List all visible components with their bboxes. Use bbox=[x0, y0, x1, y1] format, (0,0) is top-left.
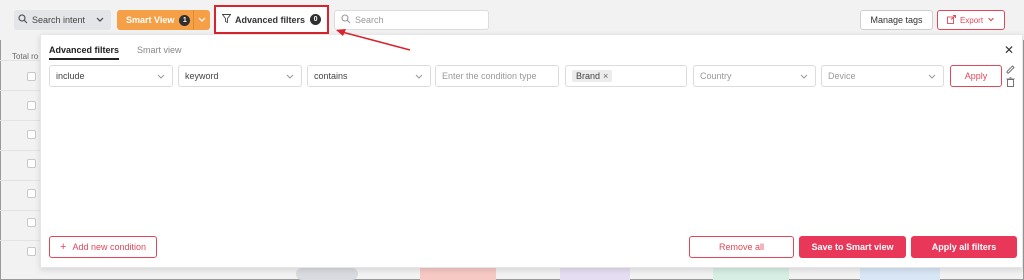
smart-view-button[interactable]: Smart View 1 bbox=[117, 10, 210, 30]
bg-cell bbox=[860, 268, 940, 280]
chevron-down-icon bbox=[927, 71, 937, 83]
country-select[interactable]: Country bbox=[693, 65, 816, 87]
advanced-filters-panel: Advanced filters Smart view ✕ include ke… bbox=[40, 34, 1023, 268]
field-value: keyword bbox=[185, 71, 219, 81]
bg-cell bbox=[713, 268, 789, 280]
advanced-filters-label: Advanced filters bbox=[234, 14, 306, 25]
bg-pill bbox=[296, 268, 358, 280]
condition-value-input[interactable]: Enter the condition type bbox=[435, 65, 559, 87]
search-intent-dropdown[interactable]: Search intent bbox=[14, 10, 111, 30]
smart-view-label: Smart View bbox=[126, 15, 175, 25]
export-button[interactable]: Export bbox=[937, 10, 1005, 30]
match-value: contains bbox=[314, 71, 348, 81]
chevron-down-icon bbox=[285, 71, 295, 83]
plus-icon: + bbox=[60, 241, 67, 253]
tab-advanced-filters[interactable]: Advanced filters bbox=[49, 45, 120, 60]
chevron-down-icon bbox=[414, 71, 424, 83]
pencil-icon[interactable] bbox=[1006, 65, 1015, 76]
chevron-down-icon bbox=[156, 71, 166, 83]
row-checkbox[interactable] bbox=[27, 218, 36, 227]
apply-button[interactable]: Apply bbox=[950, 65, 1002, 87]
operator-value: include bbox=[56, 71, 85, 81]
chevron-down-icon[interactable] bbox=[197, 14, 207, 26]
trash-icon[interactable] bbox=[1006, 77, 1015, 89]
search-intent-label: Search intent bbox=[32, 15, 86, 25]
operator-select[interactable]: include bbox=[49, 65, 173, 87]
search-box[interactable] bbox=[334, 10, 489, 30]
match-select[interactable]: contains bbox=[307, 65, 431, 87]
advanced-filters-button[interactable]: Advanced filters 0 bbox=[214, 5, 329, 34]
advanced-filters-count-badge: 0 bbox=[310, 14, 322, 25]
row-checkbox[interactable] bbox=[27, 247, 36, 256]
tag-chip: Brand × bbox=[572, 70, 613, 82]
add-condition-button[interactable]: + Add new condition bbox=[49, 236, 157, 258]
divider bbox=[193, 10, 194, 30]
field-select[interactable]: keyword bbox=[178, 65, 302, 87]
remove-tag-icon[interactable]: × bbox=[603, 71, 608, 81]
apply-all-filters-button[interactable]: Apply all filters bbox=[911, 236, 1017, 258]
search-icon bbox=[341, 14, 351, 26]
export-icon bbox=[946, 14, 956, 26]
search-icon bbox=[18, 14, 28, 26]
add-condition-label: Add new condition bbox=[72, 242, 146, 252]
search-input[interactable] bbox=[355, 15, 475, 25]
smart-view-count-badge: 1 bbox=[179, 14, 191, 26]
device-placeholder: Device bbox=[828, 71, 856, 81]
row-checkbox[interactable] bbox=[27, 189, 36, 198]
chevron-down-icon bbox=[95, 14, 105, 26]
bg-cell bbox=[560, 268, 630, 280]
tag-chip-label: Brand bbox=[576, 71, 601, 81]
chevron-down-icon bbox=[987, 15, 995, 25]
save-to-smart-view-button[interactable]: Save to Smart view bbox=[799, 236, 906, 258]
panel-tabs: Advanced filters Smart view bbox=[49, 45, 200, 60]
country-placeholder: Country bbox=[700, 71, 732, 81]
funnel-icon bbox=[221, 14, 232, 25]
row-checkbox[interactable] bbox=[27, 72, 36, 81]
annotation-arrow bbox=[336, 29, 411, 51]
row-checkbox[interactable] bbox=[27, 159, 36, 168]
bg-cell bbox=[420, 268, 496, 280]
close-icon[interactable]: ✕ bbox=[1004, 43, 1014, 57]
condition-row: include keyword contains Enter the condi… bbox=[49, 65, 1019, 87]
remove-all-button[interactable]: Remove all bbox=[689, 236, 794, 258]
row-checkbox[interactable] bbox=[27, 130, 36, 139]
device-select[interactable]: Device bbox=[821, 65, 944, 87]
chevron-down-icon bbox=[799, 71, 809, 83]
tag-select[interactable]: Brand × bbox=[565, 65, 687, 87]
export-label: Export bbox=[959, 15, 984, 25]
tab-smart-view[interactable]: Smart view bbox=[137, 45, 182, 60]
manage-tags-button[interactable]: Manage tags bbox=[860, 10, 933, 30]
row-checkbox[interactable] bbox=[27, 101, 36, 110]
